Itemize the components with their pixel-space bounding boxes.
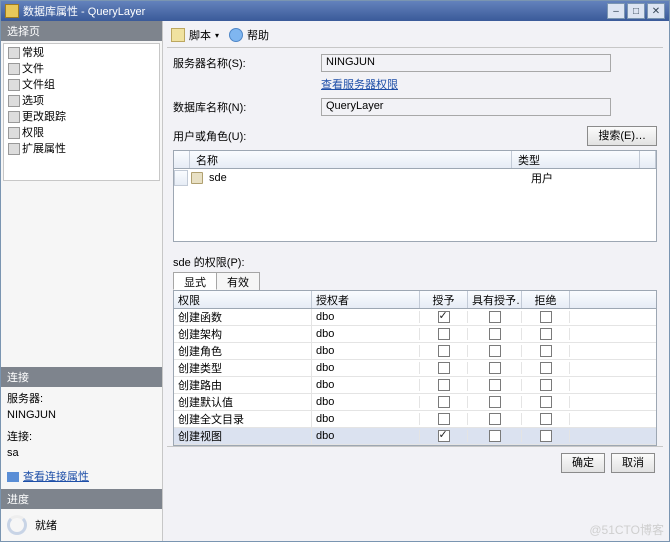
users-grid[interactable]: 名称 类型 sde用户	[173, 150, 657, 242]
view-server-permissions-link[interactable]: 查看服务器权限	[321, 76, 398, 92]
minimize-button[interactable]: –	[607, 3, 625, 19]
permissions-grid[interactable]: 权限 授权者 授予 具有授予… 拒绝 创建函数dbo创建架构dbo创建角色dbo…	[173, 290, 657, 446]
col-name[interactable]: 名称	[190, 151, 512, 168]
titlebar[interactable]: 数据库属性 - QueryLayer – □ ✕	[1, 1, 669, 21]
permission-row[interactable]: 创建架构dbo	[174, 326, 656, 343]
checkbox[interactable]	[489, 362, 501, 374]
server-name-label: 服务器名称(S):	[173, 55, 321, 71]
table-row[interactable]: sde用户	[174, 169, 656, 187]
col-grant[interactable]: 授予	[420, 291, 468, 308]
checkbox[interactable]	[438, 430, 450, 442]
checkbox[interactable]	[438, 379, 450, 391]
col-deny[interactable]: 拒绝	[522, 291, 570, 308]
checkbox[interactable]	[540, 379, 552, 391]
permission-row[interactable]: 创建函数dbo	[174, 309, 656, 326]
script-button[interactable]: 脚本 ▾	[171, 27, 219, 43]
checkbox[interactable]	[540, 413, 552, 425]
permission-row[interactable]: 创建视图dbo	[174, 428, 656, 445]
server-name-value: NINGJUN	[321, 54, 611, 72]
cancel-button[interactable]: 取消	[611, 453, 655, 473]
server-value: NINGJUN	[7, 407, 156, 423]
checkbox[interactable]	[540, 311, 552, 323]
checkbox[interactable]	[540, 396, 552, 408]
tab-effective[interactable]: 有效	[216, 272, 260, 290]
select-page-header: 选择页	[1, 21, 162, 41]
progress-header: 进度	[1, 489, 162, 509]
maximize-button[interactable]: □	[627, 3, 645, 19]
col-withgrant[interactable]: 具有授予…	[468, 291, 522, 308]
ok-button[interactable]: 确定	[561, 453, 605, 473]
connection-header: 连接	[1, 367, 162, 387]
nav-item[interactable]: 选项	[4, 93, 159, 109]
col-grantor[interactable]: 授权者	[312, 291, 420, 308]
chevron-down-icon: ▾	[215, 31, 219, 40]
script-icon	[171, 28, 185, 42]
window-title: 数据库属性 - QueryLayer	[23, 3, 145, 19]
permission-row[interactable]: 创建默认值dbo	[174, 394, 656, 411]
user-icon	[191, 172, 203, 184]
checkbox[interactable]	[438, 311, 450, 323]
nav-list: 常规文件文件组选项更改跟踪权限扩展属性	[3, 43, 160, 181]
db-name-value: QueryLayer	[321, 98, 611, 116]
col-type[interactable]: 类型	[512, 151, 640, 168]
search-button[interactable]: 搜索(E)…	[587, 126, 657, 146]
checkbox[interactable]	[438, 345, 450, 357]
connection-label: 连接:	[7, 429, 156, 445]
permission-row[interactable]: 创建数据库 DDL 事件通知dbo	[174, 445, 656, 446]
help-icon	[229, 28, 243, 42]
server-label: 服务器:	[7, 391, 156, 407]
tab-explicit[interactable]: 显式	[173, 272, 217, 290]
close-button[interactable]: ✕	[647, 3, 665, 19]
permission-row[interactable]: 创建全文目录dbo	[174, 411, 656, 428]
nav-item[interactable]: 权限	[4, 125, 159, 141]
nav-item[interactable]: 更改跟踪	[4, 109, 159, 125]
checkbox[interactable]	[438, 396, 450, 408]
checkbox[interactable]	[540, 328, 552, 340]
checkbox[interactable]	[438, 413, 450, 425]
nav-item[interactable]: 文件组	[4, 77, 159, 93]
database-icon	[5, 4, 19, 18]
checkbox[interactable]	[540, 345, 552, 357]
col-permission[interactable]: 权限	[174, 291, 312, 308]
nav-item[interactable]: 扩展属性	[4, 141, 159, 157]
permission-row[interactable]: 创建路由dbo	[174, 377, 656, 394]
checkbox[interactable]	[540, 430, 552, 442]
users-roles-label: 用户或角色(U):	[173, 128, 246, 144]
checkbox[interactable]	[540, 362, 552, 374]
checkbox[interactable]	[489, 311, 501, 323]
checkbox[interactable]	[489, 345, 501, 357]
checkbox[interactable]	[489, 328, 501, 340]
nav-item[interactable]: 常规	[4, 45, 159, 61]
checkbox[interactable]	[489, 413, 501, 425]
checkbox[interactable]	[438, 328, 450, 340]
checkbox[interactable]	[489, 396, 501, 408]
permission-row[interactable]: 创建角色dbo	[174, 343, 656, 360]
nav-item[interactable]: 文件	[4, 61, 159, 77]
help-button[interactable]: 帮助	[229, 27, 269, 43]
connection-value: sa	[7, 445, 156, 461]
checkbox[interactable]	[489, 430, 501, 442]
view-connection-link[interactable]: 查看连接属性	[7, 471, 89, 483]
db-name-label: 数据库名称(N):	[173, 99, 321, 115]
connection-icon	[7, 472, 19, 482]
checkbox[interactable]	[438, 362, 450, 374]
checkbox[interactable]	[489, 379, 501, 391]
progress-status: 就绪	[35, 517, 57, 533]
permission-row[interactable]: 创建类型dbo	[174, 360, 656, 377]
permissions-label: sde 的权限(P):	[173, 254, 657, 270]
progress-spinner-icon	[7, 515, 27, 535]
